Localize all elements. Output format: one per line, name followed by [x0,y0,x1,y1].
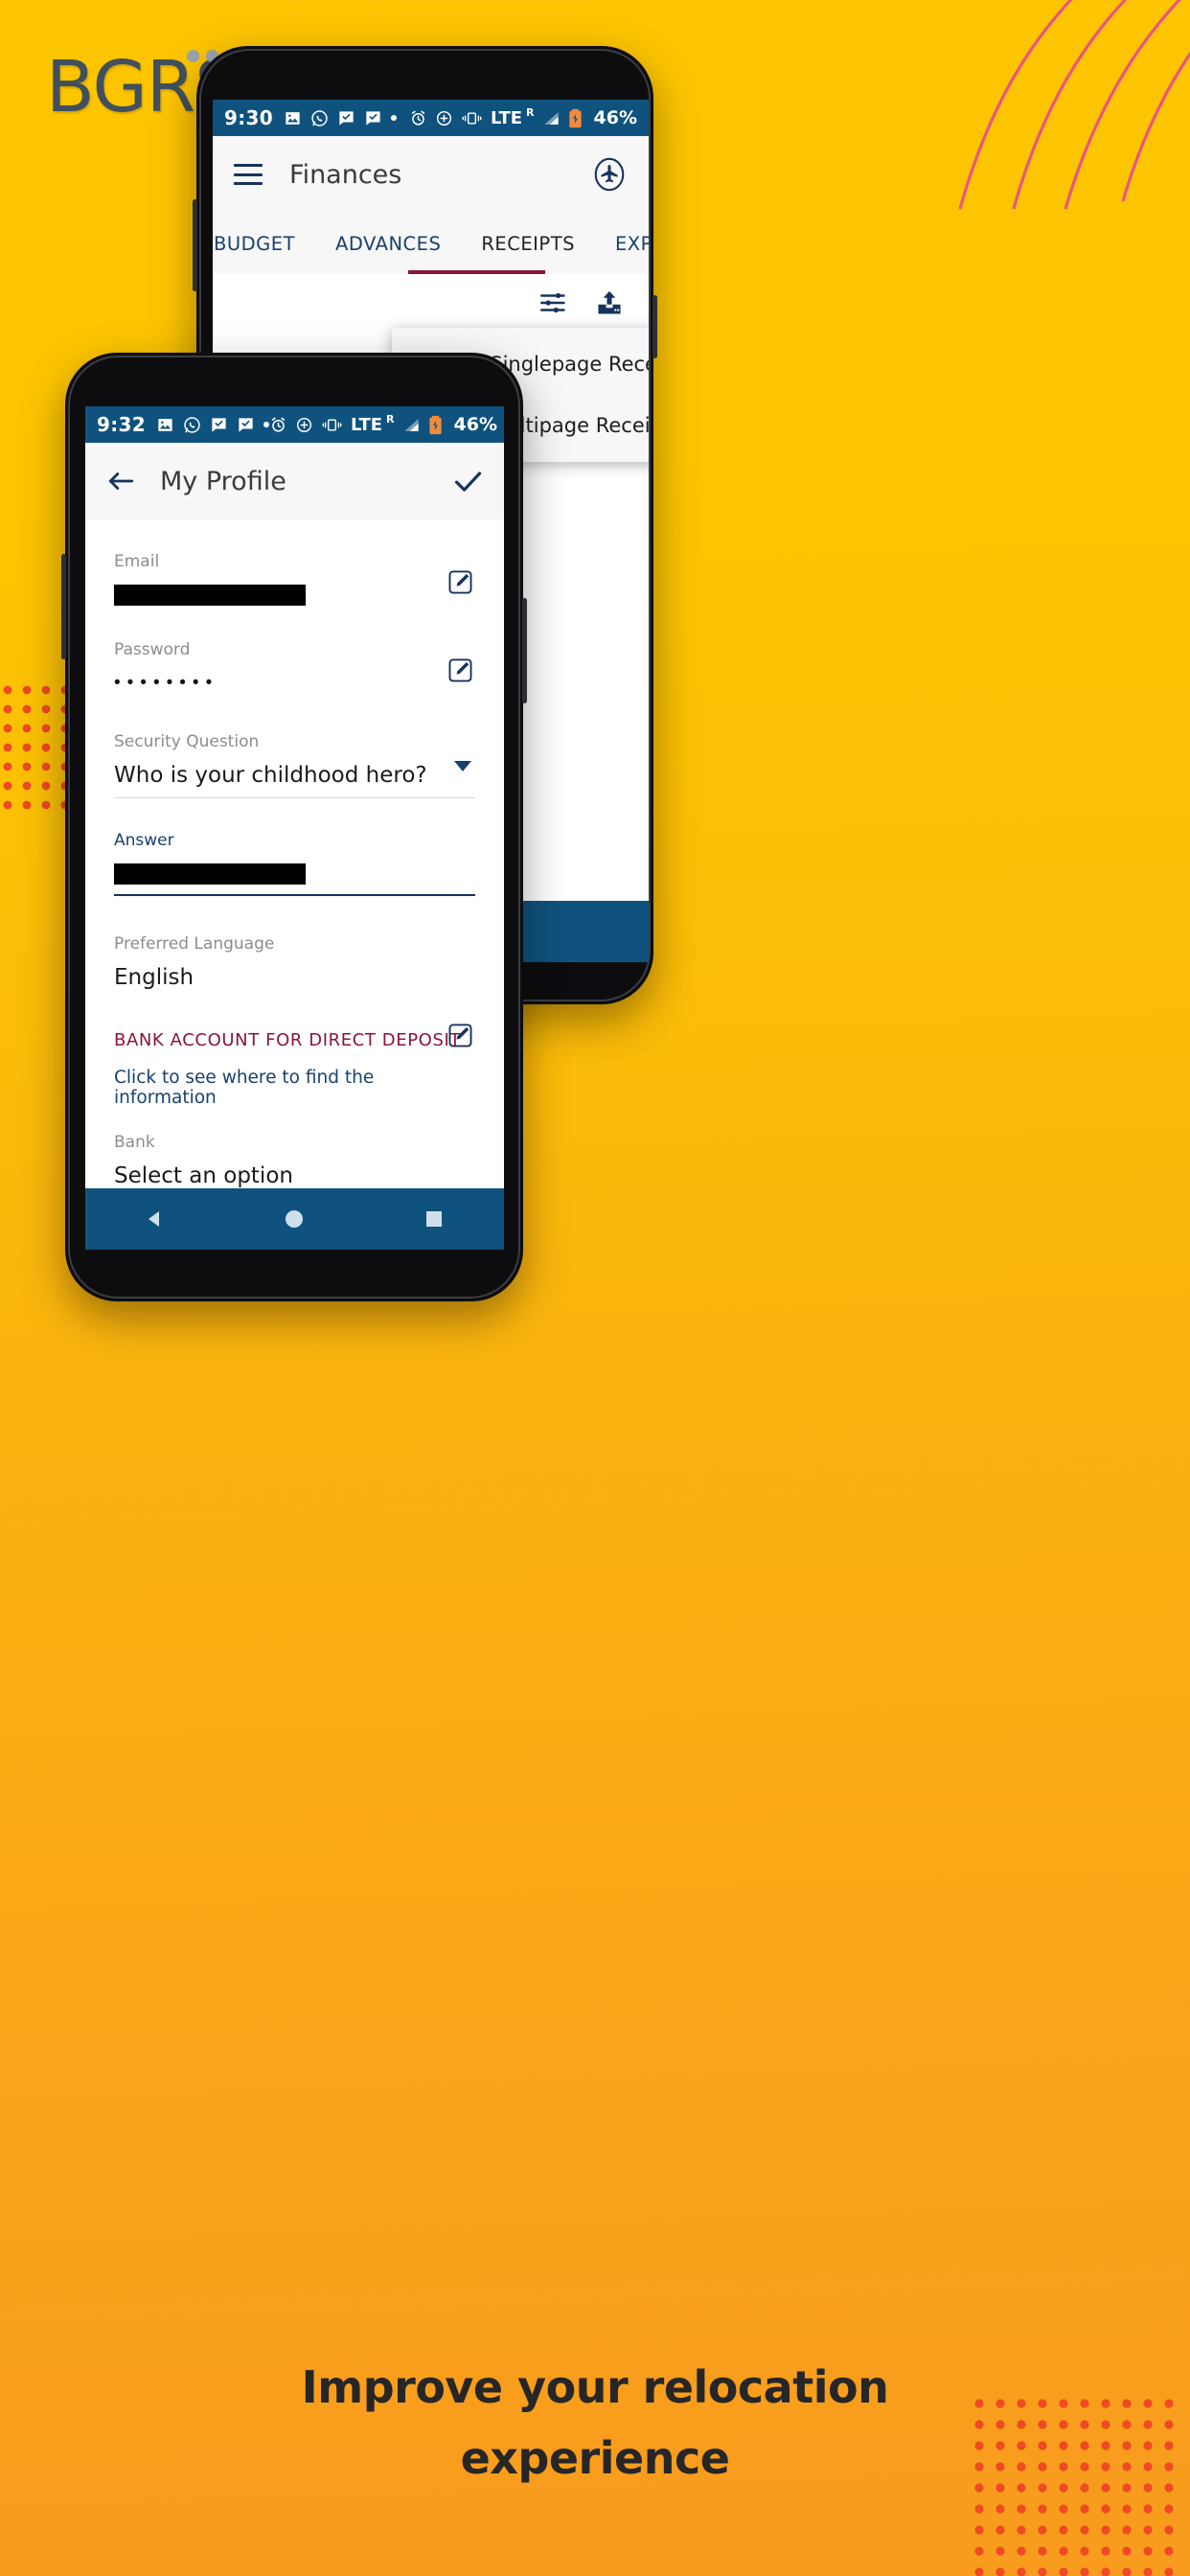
tagline: Improve your relocation experience [0,2358,1190,2488]
photo-icon [158,418,172,431]
network-type-label: LTE [490,107,523,128]
field-label: Preferred Language [114,934,275,954]
status-system-icons: LTE R 46% [269,412,497,435]
message-icon [239,417,253,432]
battery-percent: 46% [453,414,497,435]
signal-icon [543,111,559,125]
field-label: Email [114,552,160,571]
field-email[interactable]: Email [114,552,475,606]
page-title: Finances [289,159,402,190]
photo-icon [286,111,300,125]
page-title: My Profile [160,466,286,496]
nav-home-circle-icon[interactable] [283,1208,306,1230]
status-notification-icons [156,416,269,434]
email-redacted-value [114,585,306,606]
answer-redacted-value [114,863,306,885]
phone2-status-bar: 9:32 LTE R 46% [85,406,504,443]
bank-section-header: BANK ACCOUNT FOR DIRECT DEPOSIT Click to… [114,1024,475,1108]
nav-back-triangle-icon[interactable] [144,1208,167,1230]
field-bank[interactable]: Bank Select an option [114,1133,475,1188]
phone1-power-button [652,295,657,358]
hamburger-menu-icon[interactable] [234,164,263,185]
signal-icon [403,418,419,431]
tab-expenses[interactable]: EXPENSES [595,233,649,255]
phone2-screen: 9:32 LTE R 46% My Profile Email Password… [85,406,504,1250]
tab-receipts[interactable]: RECEIPTS [461,233,595,255]
upload-icon[interactable] [595,289,624,316]
edit-pencil-icon[interactable] [447,569,473,595]
phone2-volume-button [61,554,66,659]
bank-info-link[interactable]: Click to see where to find the informati… [114,1068,475,1108]
network-type-label: LTE [350,414,383,435]
field-label: Answer [114,831,174,850]
roaming-label: R [386,412,395,426]
tab-advances[interactable]: ADVANCES [315,233,461,255]
airplane-circle-icon[interactable] [591,156,628,193]
edit-pencil-icon[interactable] [447,1023,473,1048]
phone-device-profile: 9:32 LTE R 46% My Profile Email Password… [61,353,527,1301]
phone1-app-bar: Finances [213,136,649,213]
preferred-language-value: English [114,965,195,990]
field-label: Password [114,640,191,659]
phone2-app-bar: My Profile [85,443,504,519]
field-preferred-language[interactable]: Preferred Language English [114,934,475,990]
phone1-volume-button [193,199,197,291]
phone1-status-bar: 9:30 LTE R 46% [213,100,649,136]
swoosh-decoration [958,0,1190,210]
field-password[interactable]: Password •••••••• [114,640,475,694]
phone2-nav-bar[interactable] [85,1188,504,1250]
chevron-down-icon[interactable] [454,761,471,771]
status-system-icons: LTE R 46% [409,105,637,128]
back-arrow-icon[interactable] [106,469,135,494]
checkmark-icon[interactable] [452,468,483,494]
battery-charging-icon [568,108,582,127]
bank-value: Select an option [114,1163,293,1188]
overflow-dot-icon [390,115,397,121]
alarm-icon [271,417,286,432]
battery-charging-icon [428,415,442,434]
status-time: 9:32 [97,413,146,436]
field-security-question[interactable]: Security Question Who is your childhood … [114,732,475,798]
field-label: Bank [114,1133,155,1152]
profile-form: Email Password •••••••• Security Questio… [85,519,504,1250]
tagline-line-1: Improve your relocation [301,2360,889,2413]
password-masked-value: •••••••• [114,673,219,693]
finances-tab-strip[interactable]: BUDGET ADVANCES RECEIPTS EXPENSES CLAIMS [213,213,649,274]
battery-percent: 46% [593,107,637,128]
tagline-line-2: experience [460,2431,730,2484]
whatsapp-icon [311,109,328,126]
phone2-power-button [522,598,527,703]
roaming-label: R [526,105,535,119]
receipts-toolbar [213,274,649,316]
bank-section-title: BANK ACCOUNT FOR DIRECT DEPOSIT [114,1030,461,1050]
field-label: Security Question [114,732,260,751]
dnd-icon [296,417,311,432]
message-icon [366,110,380,126]
status-time: 9:30 [224,106,273,129]
dnd-icon [436,110,451,126]
vibrate-icon [462,111,482,125]
status-notification-icons [284,109,397,127]
security-question-value: Who is your childhood hero? [114,763,427,788]
edit-pencil-icon[interactable] [447,657,473,683]
message-icon [339,110,354,126]
logo-dot-1 [187,50,199,62]
field-underline [114,797,475,798]
field-answer[interactable]: Answer [114,831,475,896]
field-underline-focused [114,894,475,896]
message-icon [212,417,226,432]
filter-sliders-icon[interactable] [539,290,568,315]
whatsapp-icon [184,416,200,433]
alarm-icon [411,110,425,126]
tab-budget[interactable]: BUDGET [213,233,315,255]
vibrate-icon [322,418,342,431]
nav-recents-square-icon[interactable] [423,1208,446,1230]
